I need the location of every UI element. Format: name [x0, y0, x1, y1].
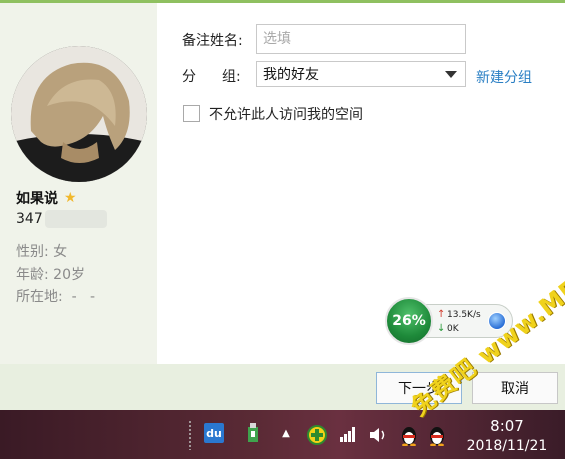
qq-number-row: 347 [16, 210, 107, 228]
speaker-icon[interactable] [368, 426, 388, 444]
profile-age: 年龄: 20岁 [16, 267, 85, 283]
download-arrow-icon: ↓ [437, 323, 446, 334]
group-label-second: 组: [222, 69, 241, 85]
profile-gender: 性别: 女 [16, 244, 68, 260]
privacy-checkbox[interactable] [183, 105, 200, 122]
taskbar-grip[interactable] [188, 420, 192, 450]
cancel-button[interactable]: 取消 [472, 372, 558, 404]
baidu-du-icon[interactable]: du [204, 423, 224, 443]
qq-penguin-2-icon[interactable] [428, 424, 446, 446]
clock-time: 8:07 [490, 417, 524, 435]
group-select-value: 我的好友 [263, 67, 319, 83]
download-speed: 0K [447, 324, 459, 334]
memory-percent-circle[interactable]: 26% [385, 297, 433, 345]
remark-name-input[interactable] [256, 24, 466, 54]
avatar-photo [11, 46, 147, 182]
group-label-first: 分 [182, 69, 196, 85]
profile-name-row: 如果说 ★ [16, 188, 77, 208]
avatar [11, 46, 147, 182]
qq-penguin-icon[interactable] [400, 424, 418, 446]
remark-label: 备注姓名: [182, 33, 243, 49]
new-group-link[interactable]: 新建分组 [476, 67, 532, 87]
dropdown-arrow-icon [445, 71, 457, 78]
add-friend-window: 如果说 ★ 347 性别: 女 年龄: 20岁 所在地: - - 备注姓名: 分… [0, 0, 565, 459]
usb-drive-icon[interactable] [246, 423, 260, 443]
privacy-checkbox-label: 不允许此人访问我的空间 [209, 107, 363, 123]
network-signal-icon[interactable] [339, 426, 357, 442]
taskbar-clock[interactable]: 8:07 2018/11/21 [452, 416, 562, 456]
clock-date: 2018/11/21 [466, 438, 548, 454]
qq-number-redacted [44, 210, 107, 228]
profile-location: 所在地: - - [16, 289, 96, 305]
profile-name: 如果说 [16, 191, 58, 207]
plus-security-icon[interactable] [307, 425, 327, 445]
chevron-up-icon[interactable]: ▲ [280, 427, 292, 439]
qq-number: 347 [16, 211, 43, 227]
star-icon: ★ [64, 190, 77, 206]
upload-arrow-icon: ↑ [437, 309, 446, 320]
group-select[interactable]: 我的好友 [256, 61, 466, 87]
upload-speed: 13.5K/s [447, 310, 481, 320]
